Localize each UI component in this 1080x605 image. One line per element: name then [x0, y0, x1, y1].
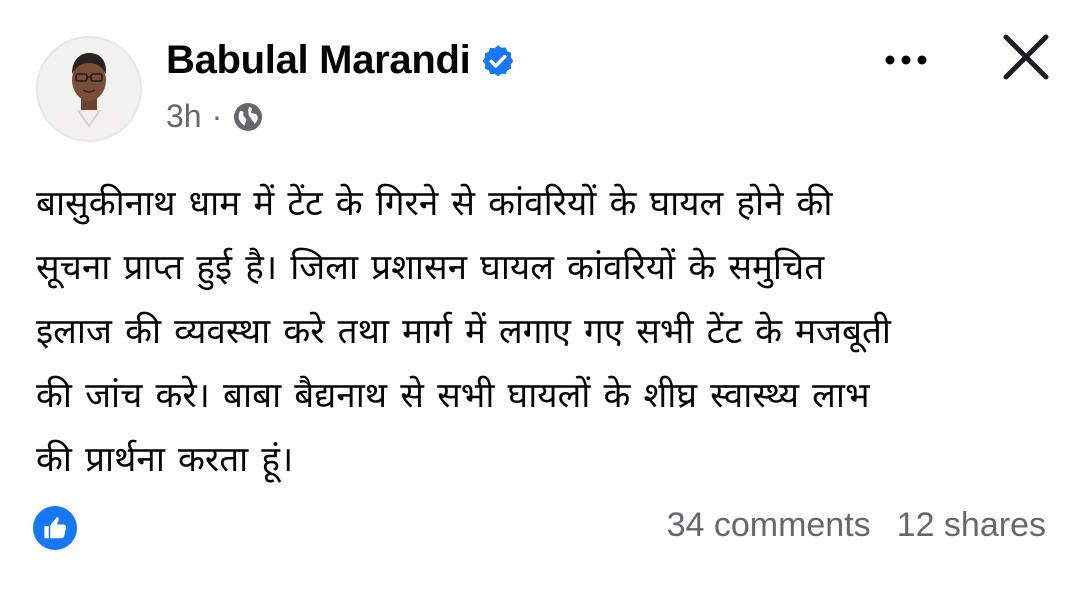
post-body-text: बासुकीनाथ धाम में टेंट के गिरने से कांवर…: [36, 184, 891, 480]
verified-badge-icon: [480, 43, 516, 79]
post-card: Babulal Marandi 3h · बासुकीनाथ धाम में ट…: [0, 0, 1080, 605]
shares-count[interactable]: 12 shares: [897, 506, 1046, 545]
profile-photo-icon: [38, 38, 140, 140]
globe-icon[interactable]: [232, 101, 264, 133]
author-name[interactable]: Babulal Marandi: [166, 38, 471, 83]
comments-count[interactable]: 34 comments: [667, 506, 871, 545]
post-stats: 34 comments 12 shares: [667, 506, 1046, 545]
post-time[interactable]: 3h: [166, 98, 202, 135]
like-reaction-icon[interactable]: [33, 506, 77, 550]
post-meta: 3h ·: [166, 98, 264, 135]
meta-separator: ·: [211, 98, 223, 134]
author-avatar[interactable]: [36, 36, 142, 142]
author-name-row[interactable]: Babulal Marandi: [166, 38, 516, 83]
more-options-icon[interactable]: [876, 40, 936, 80]
close-icon[interactable]: [1000, 31, 1052, 83]
